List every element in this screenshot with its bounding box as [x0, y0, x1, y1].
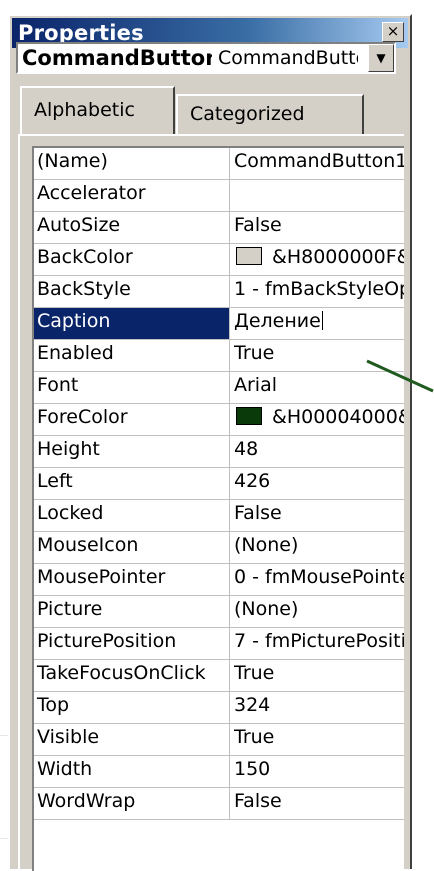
property-value[interactable]: 150 [234, 756, 404, 789]
property-value-text: 150 [234, 758, 271, 780]
object-name: CommandButton1 [22, 46, 212, 70]
property-value[interactable]: False [234, 788, 404, 821]
property-value-text: &H8000000F& [272, 246, 404, 268]
property-name: (Name) [34, 148, 230, 179]
property-value-text: CommandButton1 [234, 150, 404, 172]
property-name: AutoSize [34, 212, 230, 243]
chevron-down-icon: ▼ [376, 51, 386, 65]
property-grid[interactable]: (Name) CommandButton1 Accelerator AutoSize F… [32, 146, 404, 871]
property-value[interactable]: (None) [234, 596, 404, 629]
property-value[interactable] [234, 180, 404, 213]
property-name: TakeFocusOnClick [34, 660, 230, 691]
property-name: Enabled [34, 340, 230, 371]
property-row-name[interactable]: (Name) CommandButton1 [34, 148, 404, 180]
property-value-text: True [234, 662, 275, 684]
property-name: Picture [34, 596, 230, 627]
property-value[interactable]: False [234, 500, 404, 533]
property-value[interactable]: Деление [234, 308, 404, 341]
close-icon: × [386, 22, 400, 40]
property-row-accelerator[interactable]: Accelerator [34, 180, 404, 212]
property-name: Accelerator [34, 180, 230, 211]
property-value-text: Arial [234, 374, 278, 396]
property-name: Top [34, 692, 230, 723]
property-name: Left [34, 468, 230, 499]
property-value[interactable]: 1 - fmBackStyleOpaque [234, 276, 404, 309]
property-row-mousepointer[interactable]: MousePointer0 - fmMousePointerDefault [34, 564, 404, 596]
property-name: Caption [34, 308, 230, 339]
tab-categorized[interactable]: Categorized [176, 94, 364, 134]
property-name: Locked [34, 500, 230, 531]
property-value-text: 1 - fmBackStyleOpaque [234, 278, 404, 300]
property-name: Width [34, 756, 230, 787]
property-value-text: 324 [234, 694, 271, 716]
property-value-text: 426 [234, 470, 271, 492]
object-type: CommandButton [218, 47, 358, 69]
property-row-wordwrap[interactable]: WordWrap False [34, 788, 404, 820]
property-row-backstyle[interactable]: BackStyle1 - fmBackStyleOpaque [34, 276, 404, 308]
property-value[interactable]: (None) [234, 532, 404, 565]
property-row-height[interactable]: Height 48 [34, 436, 404, 468]
property-row-pictureposition[interactable]: PicturePosition7 - fmPicturePositionAbov… [34, 628, 404, 660]
property-row-backcolor[interactable]: BackColor &H8000000F& [34, 244, 404, 276]
property-row-top[interactable]: Top 324 [34, 692, 404, 724]
property-value-text: &H00004000& [272, 406, 404, 428]
property-row-enabled[interactable]: Enabled True [34, 340, 404, 372]
property-value[interactable]: False [234, 212, 404, 245]
tab-alphabetic[interactable]: Alphabetic [20, 86, 175, 134]
property-row-font[interactable]: Font Arial [34, 372, 404, 404]
property-value[interactable]: 0 - fmMousePointerDefault [234, 564, 404, 597]
property-value[interactable]: 7 - fmPicturePositionAboveCenter [234, 628, 404, 661]
property-value[interactable]: 48 [234, 436, 404, 469]
property-value[interactable]: CommandButton1 [234, 148, 404, 181]
property-row-left[interactable]: Left 426 [34, 468, 404, 500]
color-swatch-icon[interactable] [236, 407, 262, 425]
property-row-forecolor[interactable]: ForeColor &H00004000& [34, 404, 404, 436]
property-row-takefocusonclick[interactable]: TakeFocusOnClick True [34, 660, 404, 692]
property-name: Font [34, 372, 230, 403]
property-value-text: False [234, 790, 282, 812]
property-value-text: (None) [234, 598, 299, 620]
property-value[interactable]: &H8000000F& [234, 244, 404, 277]
property-value-text: (None) [234, 534, 299, 556]
property-value[interactable]: 426 [234, 468, 404, 501]
property-value[interactable]: True [234, 660, 404, 693]
property-value-text: True [234, 342, 275, 364]
property-value-text: 48 [234, 438, 259, 460]
property-row-picture[interactable]: Picture (None) [34, 596, 404, 628]
property-name: ForeColor [34, 404, 230, 435]
property-name: Height [34, 436, 230, 467]
object-selector[interactable]: CommandButton1 CommandButton ▼ [16, 42, 396, 74]
property-row-caption[interactable]: Caption Деление [34, 308, 404, 340]
property-value-text: Деление [234, 310, 321, 332]
tab-categorized-label: Categorized [190, 103, 305, 125]
color-swatch-icon[interactable] [236, 247, 262, 265]
property-name: WordWrap [34, 788, 230, 819]
property-value[interactable]: 324 [234, 692, 404, 725]
tab-alphabetic-label: Alphabetic [34, 99, 135, 121]
property-value-text: 7 - fmPicturePositionAboveCenter [234, 630, 404, 652]
property-value[interactable]: &H00004000& [234, 404, 404, 437]
property-row-autosize[interactable]: AutoSize False [34, 212, 404, 244]
property-value-text: 0 - fmMousePointerDefault [234, 566, 404, 588]
property-name: Visible [34, 724, 230, 755]
property-row-visible[interactable]: Visible True [34, 724, 404, 756]
property-row-locked[interactable]: Locked False [34, 500, 404, 532]
property-name: MousePointer [34, 564, 230, 595]
object-dropdown-button[interactable]: ▼ [368, 44, 394, 72]
property-name: BackStyle [34, 276, 230, 307]
annotation-arrow [366, 359, 434, 393]
property-value-text: False [234, 502, 282, 524]
property-value-text: False [234, 214, 282, 236]
property-value-text: True [234, 726, 275, 748]
property-value[interactable]: True [234, 724, 404, 757]
property-name: PicturePosition [34, 628, 230, 659]
tab-panel: (Name) CommandButton1 Accelerator AutoSize F… [18, 134, 404, 871]
object-name-clip: CommandButton1 [22, 46, 212, 70]
property-row-width[interactable]: Width 150 [34, 756, 404, 788]
property-name: BackColor [34, 244, 230, 275]
text-cursor [321, 311, 323, 330]
property-name: MouseIcon [34, 532, 230, 563]
close-button[interactable]: × [382, 22, 404, 42]
property-row-mouseicon[interactable]: MouseIcon (None) [34, 532, 404, 564]
